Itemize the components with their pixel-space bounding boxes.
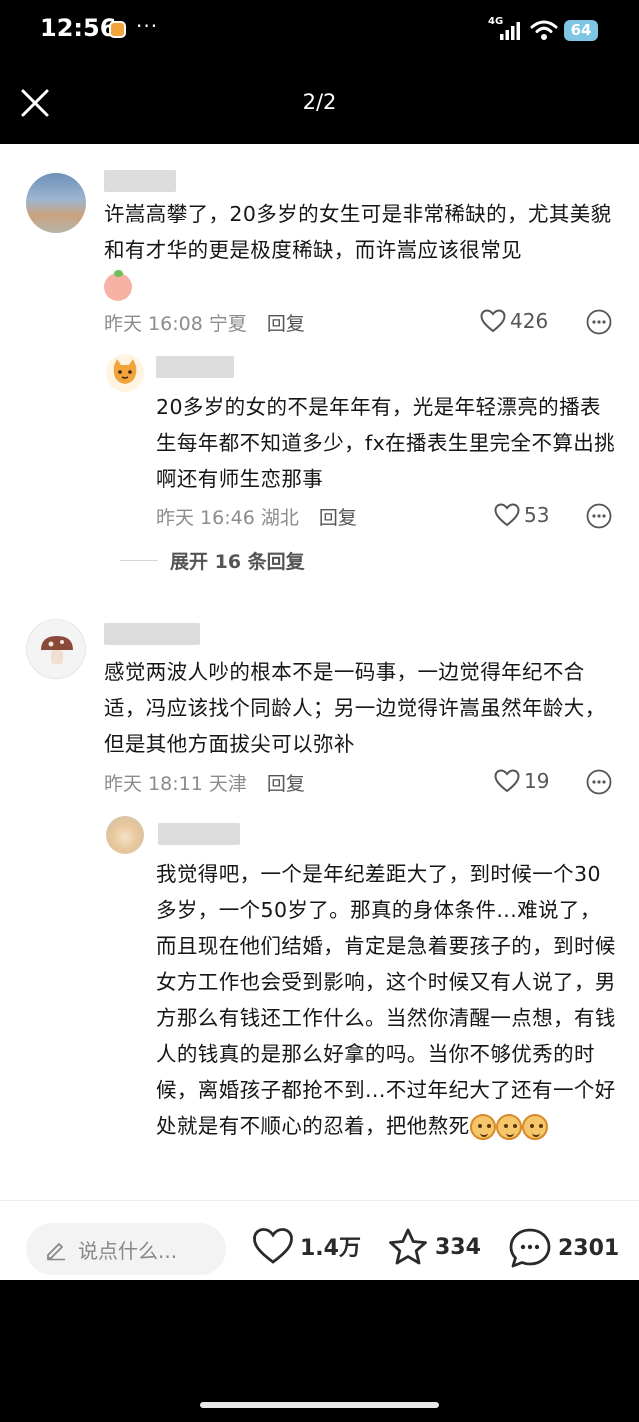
avatar[interactable]	[106, 354, 144, 392]
battery-indicator: 64	[564, 20, 598, 41]
bottom-action-bar: 说点什么... 1.4万 334 2301	[0, 1200, 639, 1280]
favorite-count: 334	[435, 1234, 481, 1260]
heart-icon	[480, 309, 506, 333]
smile-emoji-icon	[469, 1114, 496, 1140]
comment-date: 昨天 18:11	[104, 773, 203, 795]
avatar[interactable]	[26, 173, 86, 233]
username-redacted[interactable]	[104, 623, 200, 645]
mushroom-icon	[41, 636, 73, 664]
reply-date: 昨天 16:46	[156, 507, 255, 529]
reply-text: 我觉得吧，一个是年纪差距大了，到时候一个30多岁，一个50岁了。那真的身体条件.…	[156, 862, 616, 1140]
comment-text: 许嵩高攀了，20多岁的女生可是非常稀缺的，尤其美貌和有才华的更是极度稀缺，而许嵩…	[104, 196, 614, 304]
reply-button[interactable]: 回复	[267, 773, 305, 795]
like-button[interactable]: 19	[494, 769, 549, 793]
comments-sheet: 许嵩高攀了，20多岁的女生可是非常稀缺的，尤其美貌和有才华的更是极度稀缺，而许嵩…	[0, 144, 639, 1280]
comment-location: 天津	[208, 773, 247, 795]
more-options-icon[interactable]	[586, 769, 612, 795]
comment-meta: 昨天 16:08 宁夏 回复	[104, 309, 305, 336]
more-options-icon[interactable]	[586, 309, 612, 335]
like-count: 19	[524, 769, 550, 793]
reply-text: 20多岁的女的不是年年有，光是年轻漂亮的播表生每年都不知道多少，fx在播表生里完…	[156, 395, 616, 491]
reply-button[interactable]: 回复	[267, 313, 305, 335]
status-time: 12:56	[40, 14, 117, 42]
smile-emoji-icon	[521, 1114, 548, 1140]
username-redacted[interactable]	[104, 170, 176, 192]
heart-icon	[253, 1228, 293, 1264]
reply-button[interactable]: 回复	[319, 507, 357, 529]
like-button[interactable]: 53	[494, 503, 549, 527]
comment-input-placeholder: 说点什么...	[78, 1238, 178, 1263]
home-indicator[interactable]	[200, 1402, 439, 1408]
more-notifications-icon: ···	[136, 14, 159, 38]
expand-replies-label: 展开 16 条回复	[170, 551, 305, 573]
heart-icon	[494, 503, 520, 527]
comment-location: 宁夏	[208, 313, 247, 335]
comment-meta: 昨天 18:11 天津 回复	[104, 769, 305, 796]
like-post-button[interactable]: 1.4万	[252, 1227, 361, 1265]
top-nav: 2/2	[0, 62, 639, 144]
heart-icon	[494, 769, 520, 793]
comment-date: 昨天 16:08	[104, 313, 203, 335]
cellular-signal-icon	[500, 22, 520, 40]
comment-button[interactable]: 2301	[508, 1227, 619, 1269]
comment-input[interactable]: 说点什么...	[26, 1223, 226, 1275]
favorite-button[interactable]: 334	[387, 1227, 481, 1267]
username-redacted[interactable]	[158, 823, 240, 845]
wifi-icon	[530, 20, 558, 40]
reply-location: 湖北	[260, 507, 299, 529]
avatar[interactable]	[26, 619, 86, 679]
comment-bubble-icon	[509, 1228, 551, 1268]
cat-emoji-icon	[113, 359, 137, 384]
status-bar: 12:56 ··· 4G 64	[0, 0, 639, 62]
like-count: 426	[510, 309, 549, 333]
peach-emoji-icon	[104, 270, 132, 301]
like-count: 53	[524, 503, 550, 527]
like-button[interactable]: 426	[480, 309, 548, 333]
expand-replies-button[interactable]: 展开 16 条回复	[120, 547, 305, 574]
smile-emoji-icon	[495, 1114, 522, 1140]
post-like-count: 1.4万	[300, 1236, 361, 1261]
app-notification-icon	[109, 21, 126, 38]
comment-count: 2301	[558, 1235, 620, 1261]
more-options-icon[interactable]	[586, 503, 612, 529]
divider	[120, 560, 158, 561]
star-icon	[389, 1228, 427, 1265]
avatar[interactable]	[106, 816, 144, 854]
page-indicator: 2/2	[302, 90, 337, 114]
pen-icon	[47, 1243, 65, 1261]
comment-text: 感觉两波人吵的根本不是一码事，一边觉得年纪不合适，冯应该找个同龄人；另一边觉得许…	[104, 660, 606, 756]
username-redacted[interactable]	[156, 356, 234, 378]
reply-meta: 昨天 16:46 湖北 回复	[156, 503, 357, 530]
